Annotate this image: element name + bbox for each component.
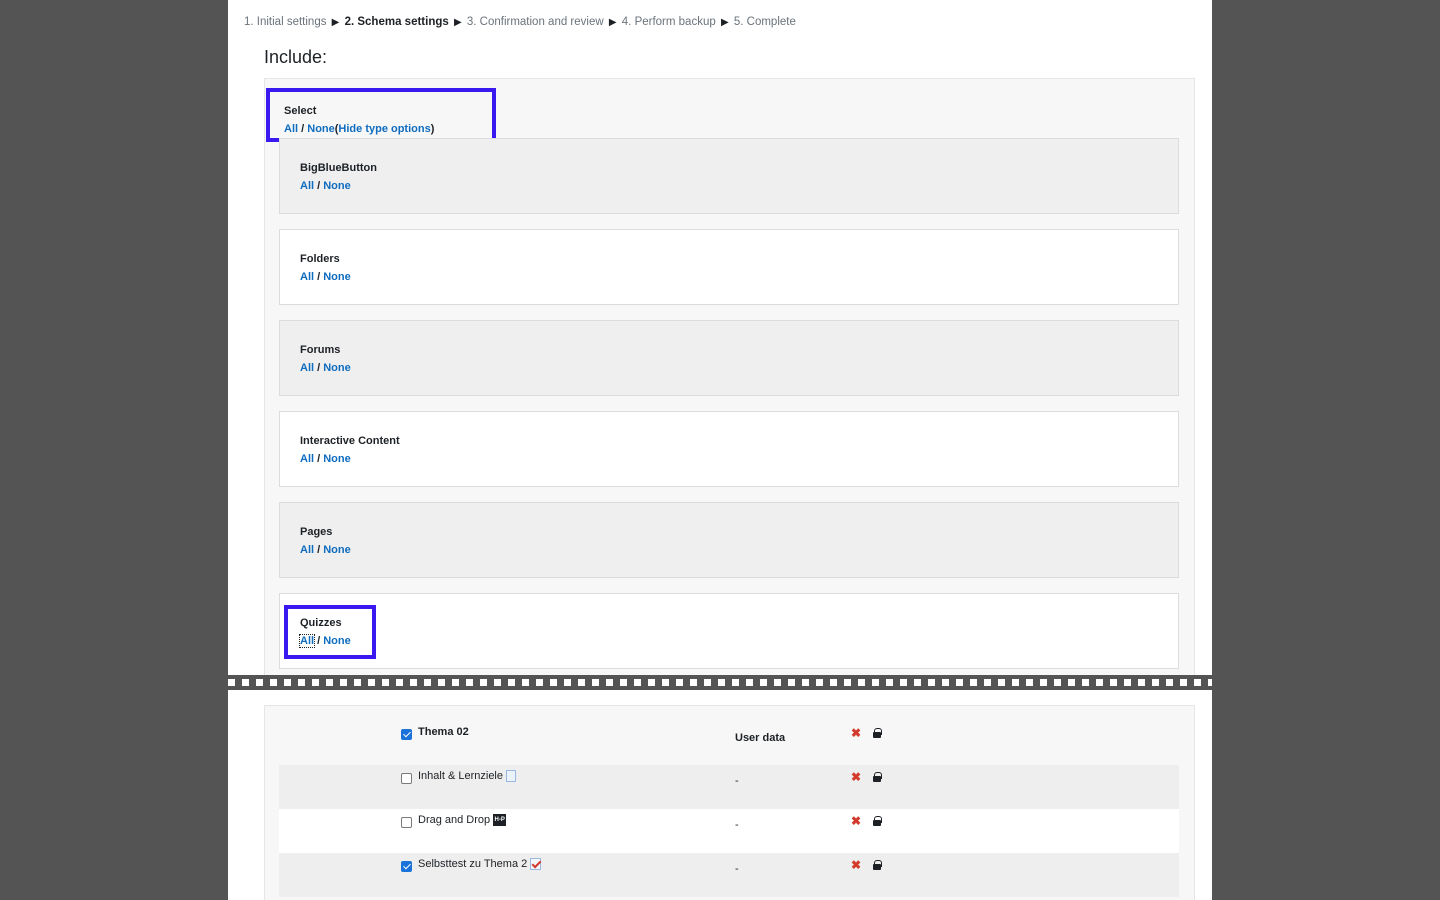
user-data-value: - xyxy=(735,863,739,875)
lock-icon xyxy=(873,860,882,870)
quizzes-highlight-box xyxy=(284,605,376,659)
page-icon xyxy=(506,770,516,783)
slash-separator: / xyxy=(301,123,305,135)
lock-icon xyxy=(873,772,882,782)
type-label: Forums xyxy=(300,344,341,356)
screenshot-cut-divider xyxy=(228,675,1212,690)
type-none-link[interactable]: None xyxy=(323,544,351,556)
table-row: Inhalt & Lernziele - ✖ xyxy=(279,765,1179,809)
user-data-value: - xyxy=(735,819,739,831)
breadcrumb-separator: ▶ xyxy=(331,17,340,28)
breadcrumb-step-1: 1. Initial settings xyxy=(244,16,327,28)
type-row-quizzes: Quizzes All / None xyxy=(279,593,1179,669)
type-all-link[interactable]: All xyxy=(300,453,314,465)
table-row: Selbsttest zu Thema 2 - ✖ xyxy=(279,853,1179,897)
select-all-link[interactable]: All xyxy=(284,123,298,135)
type-all-link[interactable]: All xyxy=(300,544,314,556)
select-label: Select xyxy=(284,105,317,117)
type-label: Quizzes xyxy=(300,617,342,629)
type-row-forums: Forums All / None xyxy=(279,320,1179,396)
item-label: Inhalt & Lernziele xyxy=(418,770,516,783)
type-label: BigBlueButton xyxy=(300,162,377,174)
type-none-link[interactable]: None xyxy=(323,453,351,465)
lock-icon xyxy=(873,728,882,738)
breadcrumb-step-3: 3. Confirmation and review xyxy=(466,16,604,28)
hide-type-options-link[interactable]: Hide type options xyxy=(338,123,430,135)
select-links: All / None(Hide type options) xyxy=(284,120,492,138)
section-label: Thema 02 xyxy=(418,726,469,738)
type-label: Pages xyxy=(300,526,333,538)
breadcrumb-step-4: 4. Perform backup xyxy=(621,16,716,28)
breadcrumb-separator: ▶ xyxy=(453,17,462,28)
section-row: Thema 02 User data ✖ xyxy=(279,721,1179,765)
excluded-icon: ✖ xyxy=(851,814,862,828)
excluded-icon: ✖ xyxy=(851,726,862,740)
type-row-pages: Pages All / None xyxy=(279,502,1179,578)
backup-page-bottom: Thema 02 User data ✖ Inhalt & Lernziele … xyxy=(228,690,1212,900)
excluded-icon: ✖ xyxy=(851,858,862,872)
breadcrumb: 1. Initial settings ▶ 2. Schema settings… xyxy=(244,16,796,28)
breadcrumb-separator: ▶ xyxy=(720,17,729,28)
select-none-link[interactable]: None xyxy=(307,123,335,135)
h5p-icon: H-P xyxy=(493,814,507,827)
type-none-link[interactable]: None xyxy=(323,362,351,374)
type-row-interactive-content: Interactive Content All / None xyxy=(279,411,1179,487)
item-checkbox[interactable] xyxy=(401,773,412,784)
backup-page-top: 1. Initial settings ▶ 2. Schema settings… xyxy=(228,0,1212,675)
breadcrumb-step-5: 5. Complete xyxy=(733,16,796,28)
type-all-link[interactable]: All xyxy=(300,362,314,374)
type-label: Interactive Content xyxy=(300,435,400,447)
item-checkbox[interactable] xyxy=(401,817,412,828)
section-checkbox[interactable] xyxy=(401,729,412,740)
user-data-header: User data xyxy=(735,732,786,744)
type-all-link[interactable]: All xyxy=(300,271,314,283)
breadcrumb-separator: ▶ xyxy=(608,17,617,28)
item-label: Drag and Drop H-P xyxy=(418,814,507,827)
type-label: Folders xyxy=(300,253,340,265)
item-label: Selbsttest zu Thema 2 xyxy=(418,858,542,871)
type-row-folders: Folders All / None xyxy=(279,229,1179,305)
lock-icon xyxy=(873,816,882,826)
type-none-link[interactable]: None xyxy=(323,271,351,283)
paren-close: ) xyxy=(430,123,435,135)
table-row: Drag and Drop H-P - ✖ xyxy=(279,809,1179,853)
item-checkbox[interactable] xyxy=(401,861,412,872)
type-row-bigbluebutton: BigBlueButton All / None xyxy=(279,138,1179,214)
type-all-link[interactable]: All xyxy=(300,180,314,192)
type-none-link[interactable]: None xyxy=(323,180,351,192)
user-data-value: - xyxy=(735,775,739,787)
page-title: Include: xyxy=(264,47,328,67)
breadcrumb-step-2: 2. Schema settings xyxy=(344,16,449,28)
select-all-none-box: Select All / None(Hide type options) xyxy=(266,88,496,142)
quiz-icon xyxy=(530,858,542,871)
excluded-icon: ✖ xyxy=(851,770,862,784)
